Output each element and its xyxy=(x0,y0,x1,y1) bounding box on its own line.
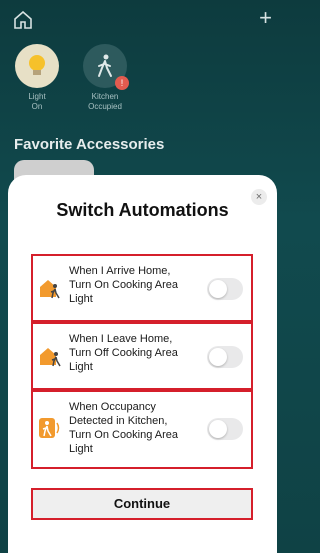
automation-label: When Occupancy Detected in Kitchen, Turn… xyxy=(69,401,179,455)
status-light[interactable]: Light On xyxy=(14,44,60,112)
sheet-title: Switch Automations xyxy=(56,200,229,220)
status-light-label: Light On xyxy=(28,92,46,111)
toggle-knob xyxy=(209,280,227,298)
top-bar: + xyxy=(0,7,286,32)
lightbulb-icon xyxy=(15,44,59,88)
alert-badge: ! xyxy=(115,76,129,90)
status-kitchen[interactable]: ! Kitchen Occupied xyxy=(82,44,129,112)
status-row: Light On ! Kitchen Occupied xyxy=(14,44,129,112)
continue-button[interactable]: Continue xyxy=(31,488,253,520)
home-icon[interactable] xyxy=(13,11,33,29)
automation-label: When I Leave Home, Turn Off Cooking Area… xyxy=(69,333,178,373)
toggle-knob xyxy=(209,348,227,366)
switch-automations-sheet: × Switch Automations When I Arrive Home,… xyxy=(8,175,277,553)
automation-row-leave[interactable]: When I Leave Home, Turn Off Cooking Area… xyxy=(31,322,253,390)
add-icon[interactable]: + xyxy=(259,7,272,29)
person-walking-icon: ! xyxy=(83,44,129,90)
status-kitchen-label: Kitchen Occupied xyxy=(88,92,122,111)
occupancy-sensor-icon xyxy=(39,418,60,438)
house-leave-icon xyxy=(40,348,61,367)
toggle-knob xyxy=(209,420,227,438)
automation-toggle[interactable] xyxy=(207,418,243,440)
automation-toggle[interactable] xyxy=(207,346,243,368)
automation-row-arrive[interactable]: When I Arrive Home, Turn On Cooking Area… xyxy=(31,254,253,322)
favorite-accessories-title: Favorite Accessories xyxy=(14,136,165,153)
automation-toggle[interactable] xyxy=(207,278,243,300)
automation-row-occupancy[interactable]: When Occupancy Detected in Kitchen, Turn… xyxy=(31,390,253,469)
house-arrive-icon xyxy=(40,280,60,299)
automation-label: When I Arrive Home, Turn On Cooking Area… xyxy=(69,265,179,305)
